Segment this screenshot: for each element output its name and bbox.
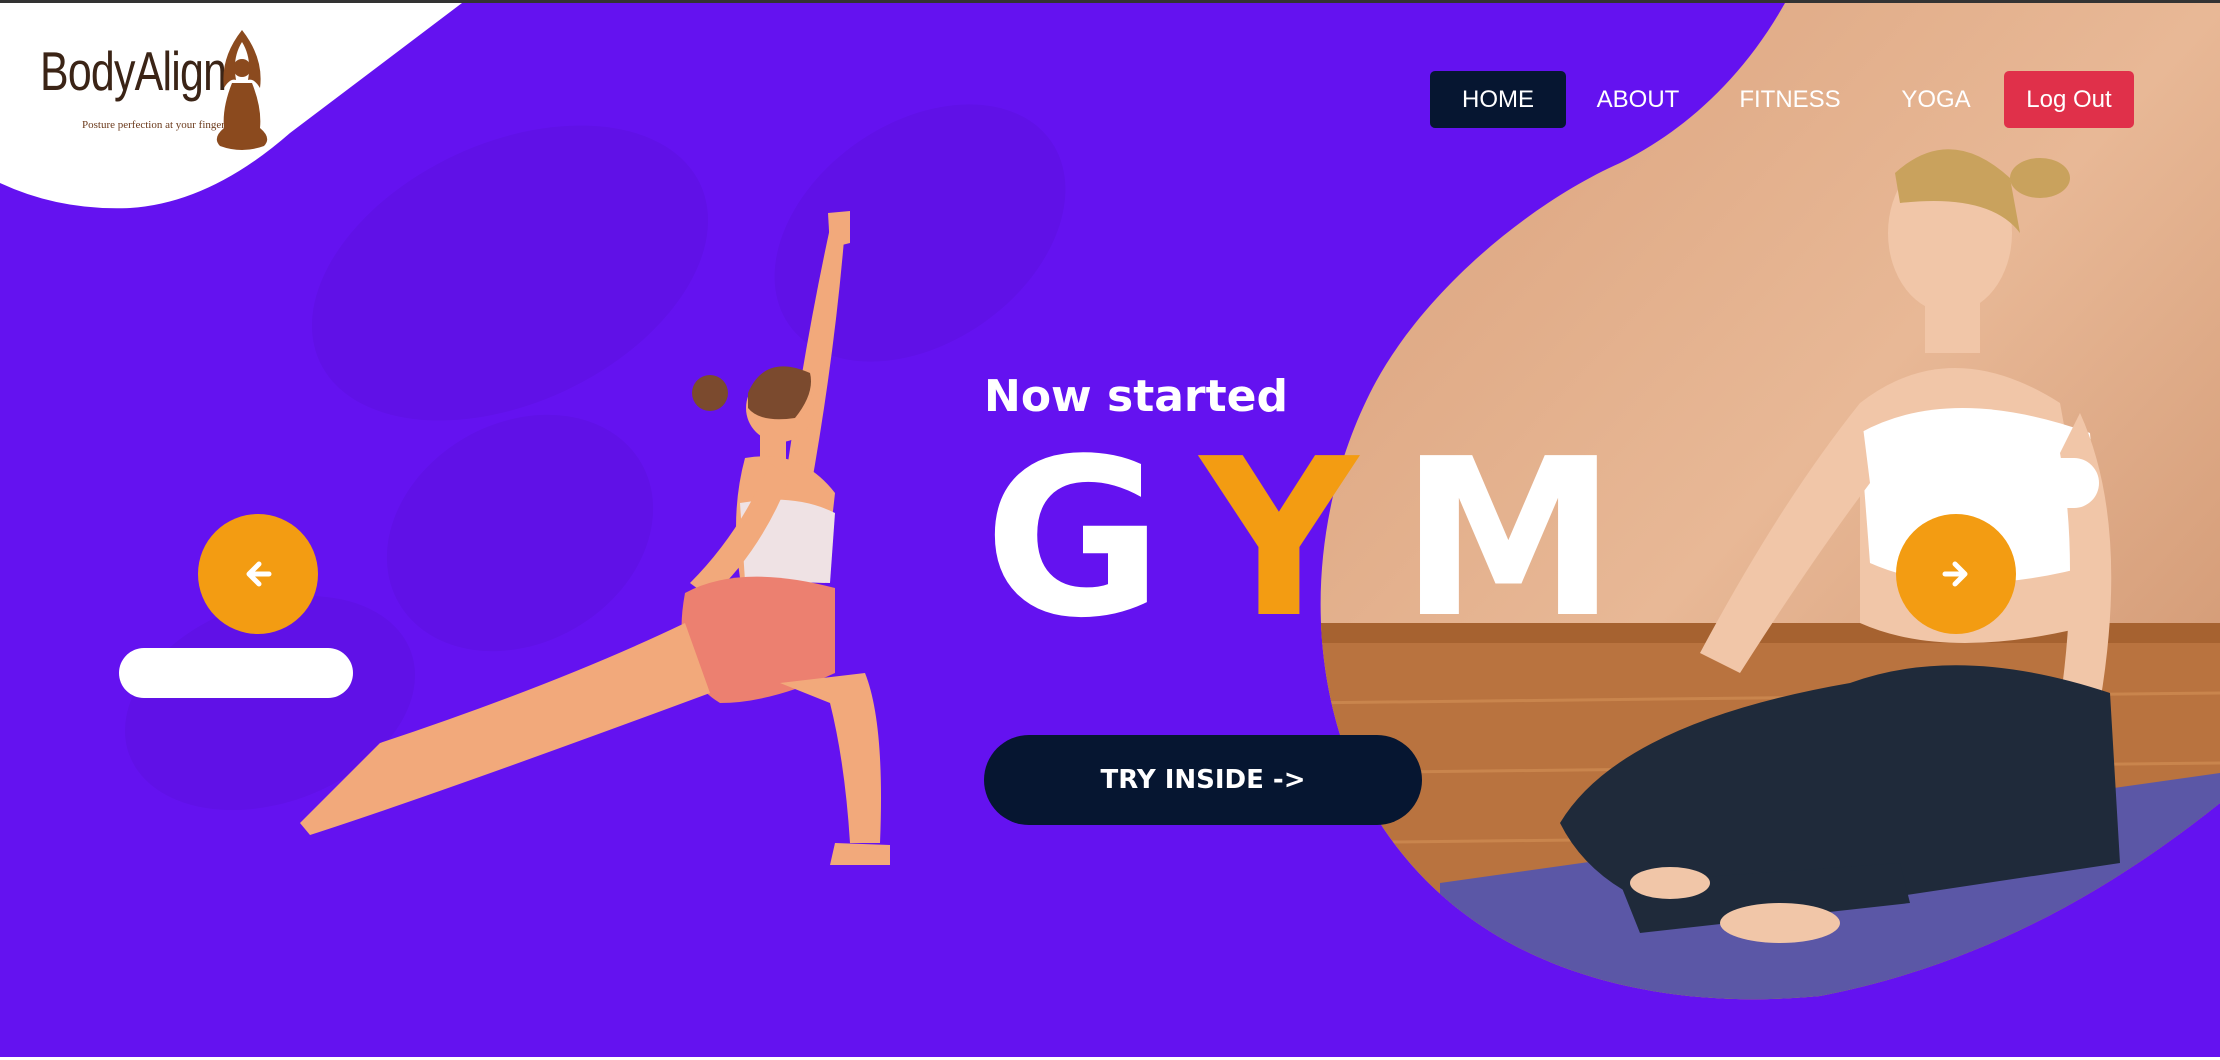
hero-section: BodyAlign Posture perfection at your fin… [0, 3, 2220, 1057]
prev-slide-button[interactable] [198, 514, 318, 634]
arrow-left-icon [246, 561, 272, 587]
logo-name: BodyAlign [40, 40, 227, 102]
yoga-pose-illustration [300, 211, 890, 865]
nav-fitness[interactable]: FITNESS [1730, 71, 1850, 128]
nav-yoga[interactable]: YOGA [1880, 71, 1992, 128]
next-slide-button[interactable] [1896, 514, 2016, 634]
hero-letter-y: Y [1200, 413, 1358, 666]
logout-button[interactable]: Log Out [2004, 71, 2134, 128]
hero-letter-m: M [1400, 413, 1617, 666]
decorative-pill [119, 648, 353, 698]
nav-home[interactable]: HOME [1430, 71, 1566, 128]
try-inside-button[interactable]: TRY INSIDE -> [984, 735, 1422, 825]
decorative-pill [1871, 458, 2099, 508]
hero-letter-g: G [984, 413, 1163, 666]
arrow-right-icon [1942, 561, 1968, 587]
meditation-logo-icon [216, 30, 268, 150]
nav-about[interactable]: ABOUT [1582, 71, 1694, 128]
